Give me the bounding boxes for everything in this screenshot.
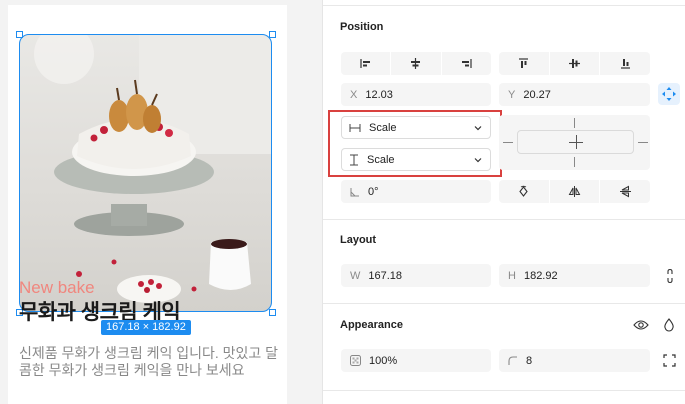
corner-radius-value[interactable]: 8 <box>526 355 532 367</box>
corner-radius-field[interactable]: 8 <box>499 349 650 372</box>
height-field[interactable]: H 182.92 <box>499 264 650 287</box>
align-middle-icon <box>569 59 580 68</box>
position-divider <box>323 219 685 220</box>
h-label: H <box>508 269 516 282</box>
resize-handle-top-left[interactable] <box>15 30 23 38</box>
h-value[interactable]: 182.92 <box>524 270 558 282</box>
y-position-field[interactable]: Y 20.27 <box>499 83 650 106</box>
flip-horizontal-icon <box>568 186 581 197</box>
align-bottom-button[interactable] <box>600 52 650 75</box>
constraint-top-line[interactable] <box>574 118 575 128</box>
y-label: Y <box>508 88 516 101</box>
x-label: X <box>350 88 358 101</box>
align-left-button[interactable] <box>341 52 392 75</box>
resize-handle-bottom-right[interactable] <box>268 308 276 316</box>
constraint-center-v[interactable] <box>575 135 577 149</box>
w-label: W <box>350 269 361 282</box>
y-value[interactable]: 20.27 <box>523 89 551 101</box>
link-icon <box>667 268 673 284</box>
eye-icon <box>633 320 649 330</box>
vertical-scale-icon <box>350 154 358 165</box>
rotation-value[interactable]: 0° <box>368 186 379 198</box>
x-position-field[interactable]: X 12.03 <box>341 83 491 106</box>
vertical-constraint-value: Scale <box>367 153 395 166</box>
flip-horizontal-button[interactable] <box>550 180 601 203</box>
rotate-icon <box>519 185 529 197</box>
rotate-button[interactable] <box>499 180 550 203</box>
align-bottom-icon <box>620 59 630 69</box>
card-subtitle[interactable]: New bake <box>19 278 95 298</box>
flip-vertical-icon <box>619 185 631 198</box>
align-top-button[interactable] <box>499 52 550 75</box>
opacity-value[interactable]: 100% <box>369 355 397 367</box>
rotation-field[interactable]: 0° <box>341 180 491 203</box>
appearance-divider <box>323 390 685 391</box>
width-field[interactable]: W 167.18 <box>341 264 491 287</box>
x-value[interactable]: 12.03 <box>365 89 393 101</box>
align-right-icon <box>461 59 472 68</box>
visibility-toggle-button[interactable] <box>630 314 652 336</box>
panel-top-divider <box>323 5 685 6</box>
corner-radius-icon <box>508 355 517 365</box>
design-canvas[interactable]: New bake 무화과 생크림 케익 167.18 × 182.92 신제품 … <box>0 0 322 404</box>
chevron-down-icon <box>474 125 482 130</box>
align-center-h-button[interactable] <box>391 52 442 75</box>
horizontal-align-group <box>341 52 491 75</box>
align-right-button[interactable] <box>442 52 491 75</box>
dimension-badge: 167.18 × 182.92 <box>101 320 191 335</box>
w-value[interactable]: 167.18 <box>368 270 402 282</box>
layout-divider <box>323 303 685 304</box>
corners-icon <box>662 353 676 367</box>
drop-icon <box>664 318 674 332</box>
chevron-down-icon <box>474 157 482 162</box>
align-left-icon <box>360 59 371 68</box>
constraint-bottom-line[interactable] <box>574 157 575 167</box>
move-arrows-icon <box>662 87 676 101</box>
horizontal-constraint-dropdown[interactable]: Scale <box>341 116 491 139</box>
align-center-horizontal-icon <box>411 58 421 69</box>
constraint-left-line[interactable] <box>503 142 513 143</box>
horizontal-scale-icon <box>349 123 361 132</box>
independent-corners-button[interactable] <box>658 349 680 371</box>
appearance-section-title: Appearance <box>340 319 403 331</box>
card-description[interactable]: 신제품 무화가 생크림 케익 입니다. 맛있고 달콤한 무화가 생크림 케익을 … <box>19 345 284 379</box>
opacity-field[interactable]: 100% <box>341 349 491 372</box>
constraint-inner-box <box>517 130 634 154</box>
align-top-icon <box>519 58 529 68</box>
layout-section-title: Layout <box>340 234 377 246</box>
flip-vertical-button[interactable] <box>600 180 650 203</box>
vertical-align-group <box>499 52 650 75</box>
selection-frame <box>19 34 272 312</box>
constrain-proportions-button[interactable] <box>659 265 681 287</box>
horizontal-constraint-value: Scale <box>369 121 397 134</box>
blend-mode-button[interactable] <box>658 314 680 336</box>
vertical-constraint-dropdown[interactable]: Scale <box>341 148 491 171</box>
opacity-icon <box>350 355 361 366</box>
constraints-toggle-button[interactable] <box>658 83 680 105</box>
angle-icon <box>350 187 359 196</box>
resize-handle-top-right[interactable] <box>268 30 276 38</box>
properties-panel: Position X 12.03 Y 20.27 Scale Scale 0° … <box>322 0 685 404</box>
constraint-right-line[interactable] <box>638 142 648 143</box>
position-section-title: Position <box>340 21 384 33</box>
align-middle-button[interactable] <box>550 52 601 75</box>
constraint-widget[interactable] <box>499 115 650 170</box>
transform-group <box>499 180 650 203</box>
